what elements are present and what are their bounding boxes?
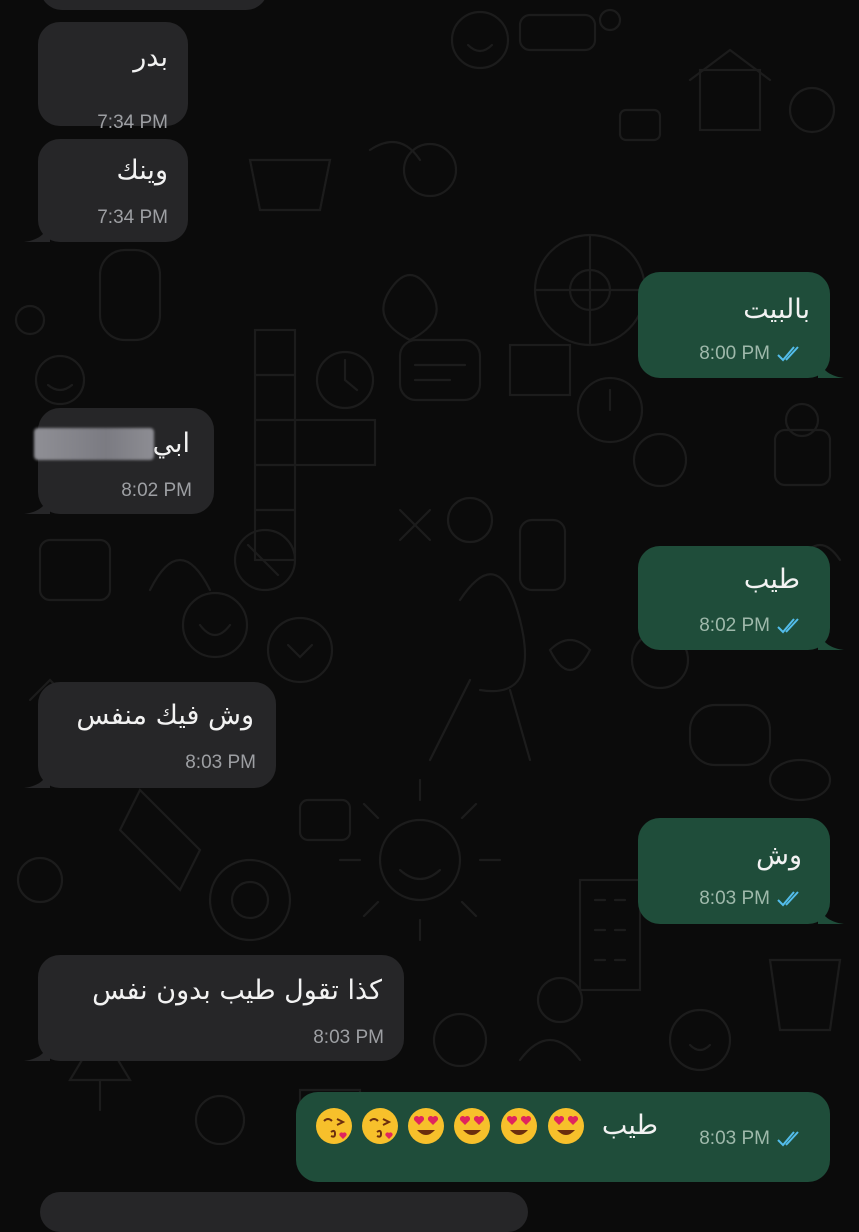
heart-eyes-emoji-icon — [454, 1108, 490, 1144]
message-text: بالبيت — [743, 294, 810, 325]
double-check-icon — [777, 891, 799, 907]
message-text: بدر — [133, 42, 168, 73]
heart-eyes-emoji-icon — [501, 1108, 537, 1144]
message-text: طيب — [743, 564, 800, 595]
message-time: 8:02 PM — [699, 615, 770, 636]
message-time: 8:02 PM — [121, 480, 192, 501]
blowing-kiss-emoji-icon — [316, 1108, 352, 1144]
bubble-tail-icon — [24, 220, 50, 242]
bubble-tail-icon — [818, 356, 844, 378]
message-time: 8:03 PM — [699, 888, 770, 909]
message-bubble-partial — [40, 0, 268, 10]
message-bubble-incoming[interactable]: بدر 7:34 PM — [38, 22, 188, 133]
message-bubble-outgoing[interactable]: طيب 8:03 PM — [296, 1092, 830, 1182]
bubble-tail-icon — [818, 628, 844, 650]
message-bubble-partial — [40, 1192, 528, 1232]
bubble-tail-icon — [818, 902, 844, 924]
message-time: 8:03 PM — [185, 752, 256, 773]
message-time: 8:03 PM — [699, 1128, 770, 1149]
double-check-icon — [777, 1131, 799, 1147]
message-text: وينك — [116, 155, 168, 186]
message-text: وش — [756, 840, 802, 871]
bubble-tail-icon — [24, 492, 50, 514]
message-time: 7:34 PM — [97, 112, 168, 133]
message-time: 7:34 PM — [97, 207, 168, 228]
message-text: كذا تقول طيب بدون نفس — [92, 975, 382, 1006]
double-check-icon — [777, 618, 799, 634]
message-text: وش فيك منفس — [76, 700, 254, 731]
message-bubble-outgoing[interactable]: طيب 8:02 PM — [638, 546, 844, 650]
message-text: ابي — [152, 428, 190, 459]
double-check-icon — [777, 346, 799, 362]
message-bubble-outgoing[interactable]: بالبيت 8:00 PM — [638, 272, 844, 378]
message-time: 8:03 PM — [313, 1027, 384, 1048]
blowing-kiss-emoji-icon — [362, 1108, 398, 1144]
message-text: طيب — [601, 1110, 658, 1141]
message-bubble-outgoing[interactable]: وش 8:03 PM — [638, 818, 844, 924]
bubble-tail-icon — [24, 1039, 50, 1061]
heart-eyes-emoji-icon — [408, 1108, 444, 1144]
redacted-name — [34, 428, 154, 460]
bubble-tail-icon — [24, 766, 50, 788]
message-bubble-incoming[interactable]: كذا تقول طيب بدون نفس 8:03 PM — [24, 955, 404, 1061]
message-bubble-incoming[interactable]: ابي 8:02 PM — [24, 408, 214, 514]
message-bubble-incoming[interactable]: وينك 7:34 PM — [24, 139, 188, 242]
message-bubble-incoming[interactable]: وش فيك منفس 8:03 PM — [24, 682, 276, 788]
message-time: 8:00 PM — [699, 343, 770, 364]
heart-eyes-emoji-icon — [548, 1108, 584, 1144]
